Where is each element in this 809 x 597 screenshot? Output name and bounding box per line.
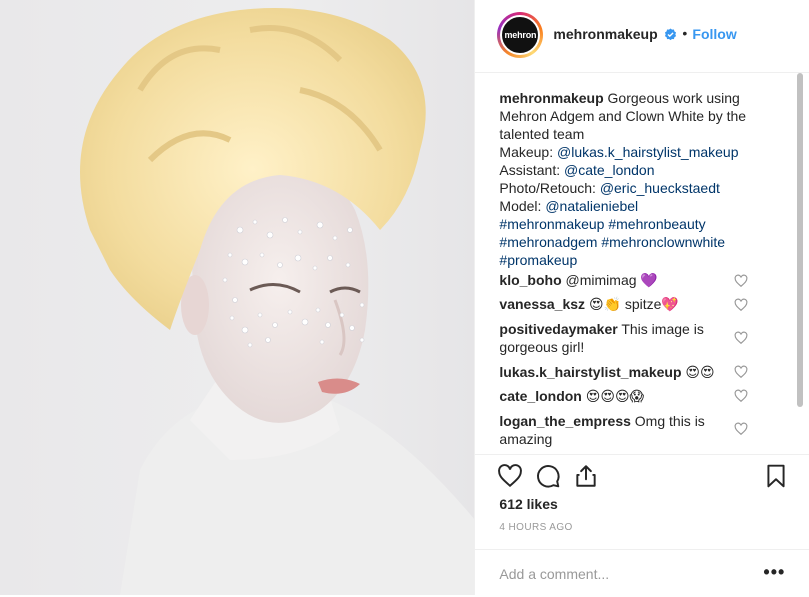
comment-text: 😍😍 bbox=[685, 364, 715, 380]
comment-like-heart-icon[interactable] bbox=[734, 422, 748, 436]
comment-username[interactable]: logan_the_empress bbox=[499, 413, 631, 429]
comment-item: logan_the_empress Omg this is amazing bbox=[499, 412, 749, 448]
caption-mention[interactable]: @cate_london bbox=[564, 162, 655, 178]
post-author-username[interactable]: mehronmakeup bbox=[553, 26, 657, 42]
post-actions: 612 likes 4 HOURS AGO ••• bbox=[475, 454, 809, 596]
caption-mention[interactable]: @natalieniebel bbox=[545, 198, 638, 214]
post-side-panel: mehron mehronmakeup • Follow mehronmakeu… bbox=[474, 0, 809, 595]
comment-like-heart-icon[interactable] bbox=[734, 389, 748, 403]
comment-item: cate_london 😍😍😍😱 bbox=[499, 387, 749, 405]
avatar-image: mehron bbox=[500, 15, 541, 55]
comment-like-heart-icon[interactable] bbox=[734, 365, 748, 379]
comment-like-heart-icon[interactable] bbox=[734, 298, 748, 312]
post-header: mehron mehronmakeup • Follow bbox=[475, 0, 809, 73]
caption-mention[interactable]: @lukas.k_hairstylist_makeup bbox=[557, 144, 739, 160]
follow-button[interactable]: Follow bbox=[692, 26, 736, 42]
caption-hashtags[interactable]: #mehronmakeup #mehronbeauty #mehronadgem… bbox=[499, 216, 725, 268]
share-icon[interactable] bbox=[573, 463, 599, 489]
caption-credit-label: Model: bbox=[499, 198, 546, 214]
post-caption: mehronmakeup Gorgeous work using Mehron … bbox=[499, 89, 769, 269]
comment-like-heart-icon[interactable] bbox=[734, 331, 748, 345]
heart-icon[interactable] bbox=[497, 463, 523, 489]
caption-mention[interactable]: @eric_hueckstaedt bbox=[600, 180, 720, 196]
comment-item: lukas.k_hairstylist_makeup 😍😍 bbox=[499, 363, 749, 381]
comment-username[interactable]: lukas.k_hairstylist_makeup bbox=[499, 364, 681, 380]
caption-credit-label: Makeup: bbox=[499, 144, 557, 160]
caption-credit-label: Photo/Retouch: bbox=[499, 180, 600, 196]
comment-username[interactable]: klo_boho bbox=[499, 272, 561, 288]
comments-scrollbar[interactable] bbox=[797, 73, 804, 454]
post-timestamp[interactable]: 4 HOURS AGO bbox=[499, 522, 572, 533]
more-options-button[interactable]: ••• bbox=[763, 562, 785, 583]
comment-text: 😍😍😍😱 bbox=[585, 388, 645, 404]
instagram-post: mehron mehronmakeup • Follow mehronmakeu… bbox=[0, 0, 809, 595]
comment-item: klo_boho @mimimag 💜 bbox=[499, 271, 749, 289]
verified-badge-icon bbox=[665, 28, 677, 41]
avatar-logo-text: mehron bbox=[504, 30, 537, 40]
comments-list[interactable]: mehronmakeup Gorgeous work using Mehron … bbox=[475, 73, 793, 454]
comment-item: positivedaymaker This image is gorgeous … bbox=[499, 320, 749, 356]
comment-username[interactable]: vanessa_ksz bbox=[499, 296, 585, 312]
post-photo[interactable] bbox=[0, 0, 475, 595]
caption-username[interactable]: mehronmakeup bbox=[499, 90, 603, 106]
like-count[interactable]: 612 likes bbox=[499, 496, 557, 512]
comment-text: @mimimag 💜 bbox=[565, 272, 658, 288]
add-comment-input[interactable] bbox=[497, 561, 752, 587]
separator-dot: • bbox=[682, 25, 688, 41]
scrollbar-thumb[interactable] bbox=[797, 73, 804, 407]
comment-like-heart-icon[interactable] bbox=[734, 274, 748, 288]
comment-username[interactable]: positivedaymaker bbox=[499, 321, 617, 337]
comment-text: 😍👏 spitze💖 bbox=[588, 296, 679, 312]
add-comment-bar: ••• bbox=[475, 549, 809, 597]
comment-username[interactable]: cate_london bbox=[499, 388, 581, 404]
avatar[interactable]: mehron bbox=[497, 12, 544, 58]
comment-item: vanessa_ksz 😍👏 spitze💖 bbox=[499, 295, 749, 313]
caption-credit-label: Assistant: bbox=[499, 162, 564, 178]
model-portrait-image bbox=[80, 8, 475, 595]
bookmark-icon[interactable] bbox=[763, 463, 789, 489]
comment-bubble-icon[interactable] bbox=[535, 463, 561, 489]
